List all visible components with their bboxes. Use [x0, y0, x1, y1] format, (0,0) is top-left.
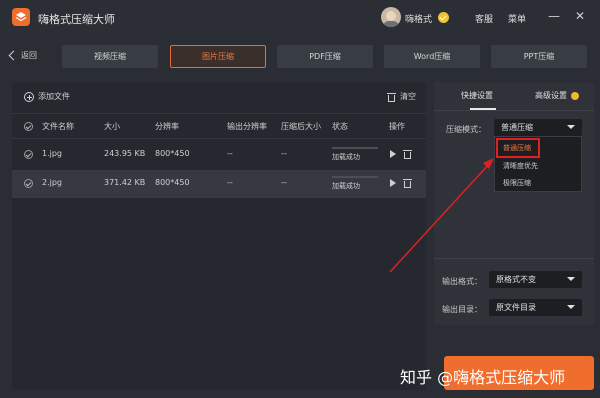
annotation-arrow [389, 158, 494, 273]
watermark-text: 知乎 @嗨格式压缩大师 [400, 368, 566, 387]
